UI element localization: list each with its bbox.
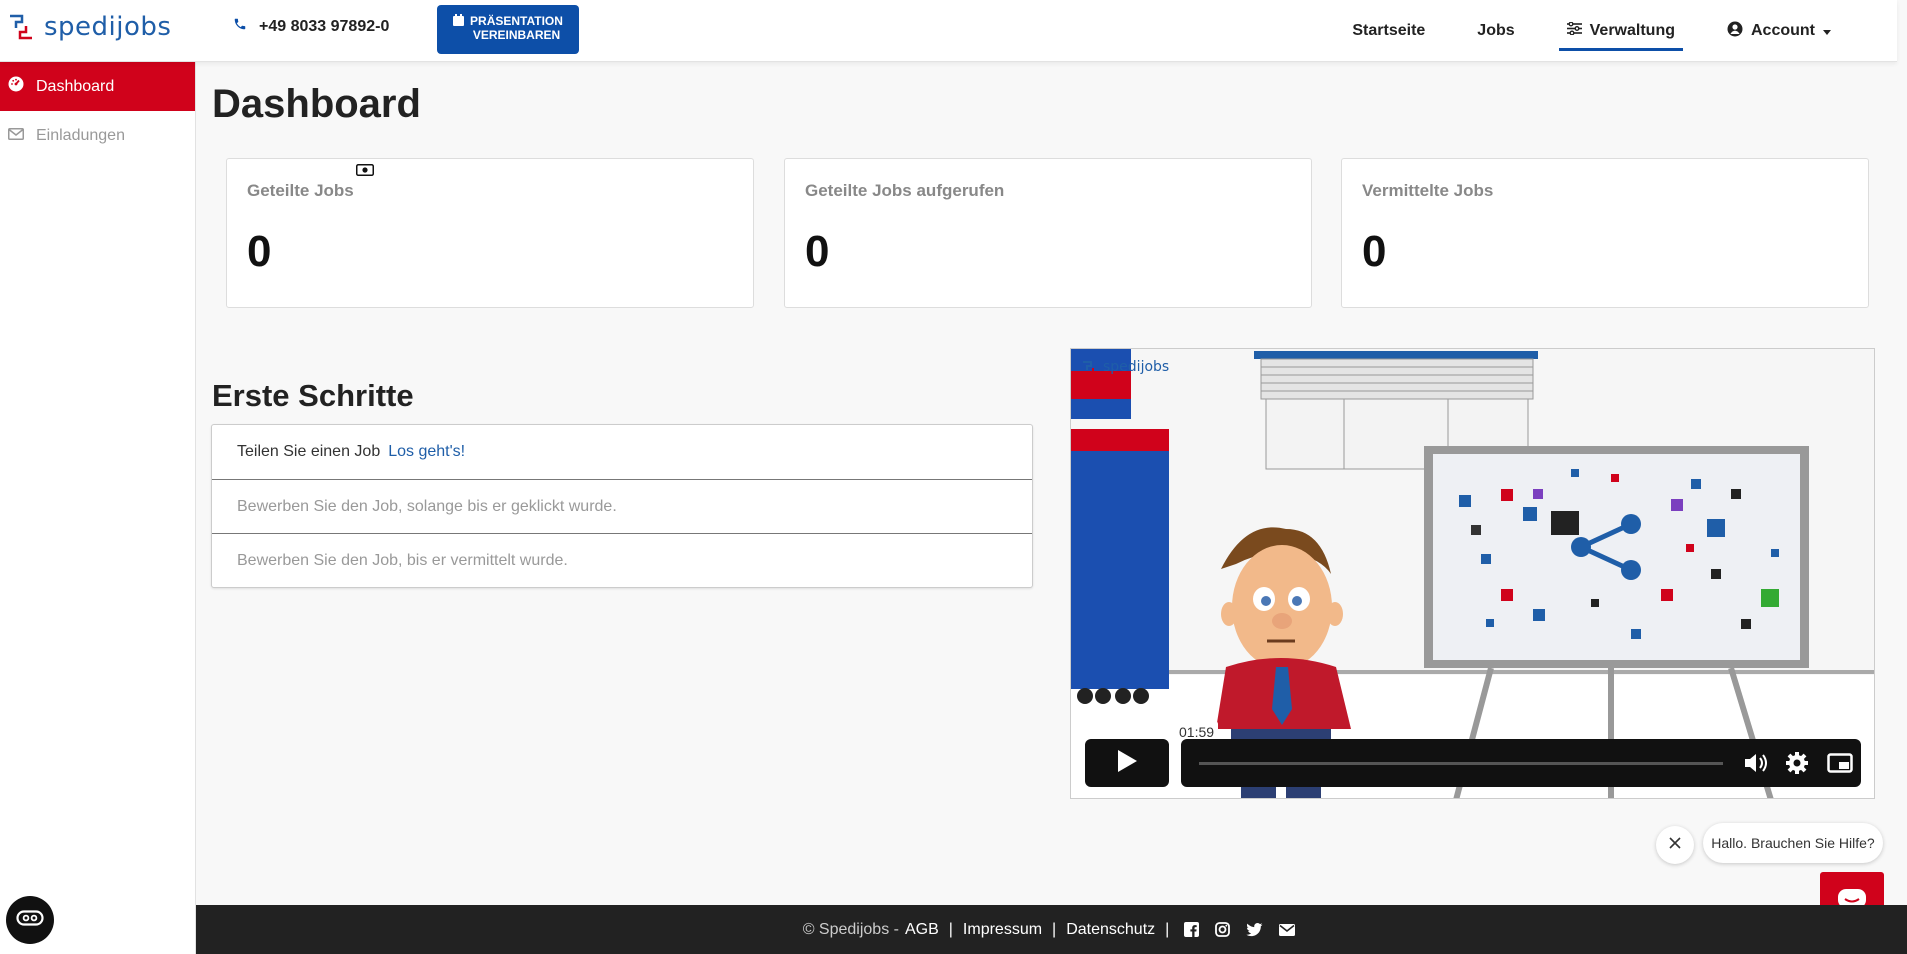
- dashboard-gauge-icon: [8, 76, 24, 97]
- nav-startseite[interactable]: Startseite: [1344, 0, 1433, 62]
- sidebar-item-label: Dashboard: [36, 77, 115, 95]
- phone-contact[interactable]: +49 8033 97892-0: [233, 17, 389, 36]
- accessibility-glasses-icon: [16, 909, 44, 931]
- volume-icon[interactable]: [1743, 751, 1769, 780]
- stat-label: Geteilte Jobs aufgerufen: [805, 181, 1005, 200]
- list-item: Teilen Sie einen Job Los geht's!: [237, 443, 466, 461]
- footer-link-agb[interactable]: AGB: [905, 921, 939, 939]
- main-nav: Startseite Jobs Verwaltung Account: [1344, 0, 1839, 62]
- list-item: Bewerben Sie den Job, solange bis er gek…: [212, 479, 1032, 533]
- stat-value: 0: [1362, 227, 1387, 276]
- stat-label: Geteilte Jobs: [247, 181, 354, 200]
- chat-close-button[interactable]: [1656, 826, 1694, 864]
- footer-separator: |: [1165, 920, 1170, 938]
- stat-card-geteilte-jobs: Geteilte Jobs 0: [226, 158, 754, 308]
- stat-value: 0: [805, 227, 830, 276]
- steps-list: Teilen Sie einen Job Los geht's! Bewerbe…: [211, 424, 1033, 588]
- envelope-icon[interactable]: [1279, 923, 1296, 936]
- sidebar: Dashboard Einladungen: [0, 62, 196, 954]
- chat-greeting-bubble[interactable]: Hallo. Brauchen Sie Hilfe?: [1703, 823, 1883, 863]
- presentation-button[interactable]: PRÄSENTATION VEREINBAREN: [437, 5, 579, 54]
- list-item: Bewerben Sie den Job, bis er vermittelt …: [212, 533, 1032, 587]
- sliders-icon: [1566, 21, 1582, 40]
- steps-title: Erste Schritte: [212, 378, 414, 413]
- footer-link-impressum[interactable]: Impressum: [963, 921, 1042, 939]
- progress-bar[interactable]: [1199, 762, 1723, 765]
- top-navbar: spedijobs +49 8033 97892-0 PRÄSENTATION …: [0, 0, 1897, 62]
- phone-icon: [233, 17, 247, 36]
- play-button[interactable]: [1085, 739, 1169, 787]
- nav-verwaltung[interactable]: Verwaltung: [1558, 0, 1684, 62]
- instagram-icon[interactable]: [1215, 922, 1231, 937]
- presentation-button-label: PRÄSENTATION VEREINBAREN: [470, 14, 563, 42]
- calendar-icon: [453, 14, 465, 29]
- logo-text: spedijobs: [44, 12, 172, 42]
- facebook-icon[interactable]: [1184, 922, 1200, 937]
- stat-label: Vermittelte Jobs: [1362, 181, 1494, 200]
- nav-account[interactable]: Account: [1719, 0, 1839, 62]
- video-controls: [1181, 739, 1861, 787]
- gear-icon[interactable]: [1785, 751, 1809, 780]
- stat-value: 0: [247, 227, 272, 276]
- footer: © Spedijobs - AGB | Impressum | Datensch…: [196, 905, 1907, 954]
- sidebar-item-einladungen[interactable]: Einladungen: [0, 111, 195, 160]
- page-title: Dashboard: [212, 82, 421, 126]
- play-icon: [1116, 749, 1138, 778]
- logo[interactable]: spedijobs: [8, 12, 171, 42]
- footer-copyright: © Spedijobs -: [802, 920, 899, 938]
- envelope-icon: [8, 127, 24, 145]
- user-circle-icon: [1727, 21, 1743, 42]
- picture-in-picture-icon[interactable]: [1827, 751, 1853, 780]
- footer-separator: |: [948, 920, 953, 938]
- sidebar-item-label: Einladungen: [36, 126, 125, 144]
- stat-card-vermittelte-jobs: Vermittelte Jobs 0: [1341, 158, 1869, 308]
- lets-go-link[interactable]: Los geht's!: [388, 443, 465, 461]
- sidebar-item-dashboard[interactable]: Dashboard: [0, 62, 195, 111]
- accessibility-button[interactable]: [6, 896, 54, 944]
- video-watermark: spedijobs: [1103, 359, 1170, 375]
- money-bill-icon: [356, 163, 374, 181]
- footer-separator: |: [1052, 920, 1057, 938]
- footer-link-datenschutz[interactable]: Datenschutz: [1066, 921, 1155, 939]
- video-player[interactable]: spedijobs 01:59: [1070, 348, 1875, 799]
- caret-down-icon: [1823, 22, 1831, 40]
- nav-jobs[interactable]: Jobs: [1469, 0, 1522, 62]
- logo-mark-icon: [8, 13, 34, 41]
- phone-number: +49 8033 97892-0: [259, 17, 390, 35]
- stat-card-geteilte-jobs-aufgerufen: Geteilte Jobs aufgerufen 0: [784, 158, 1312, 308]
- twitter-icon[interactable]: [1246, 922, 1263, 937]
- close-icon: [1669, 836, 1681, 854]
